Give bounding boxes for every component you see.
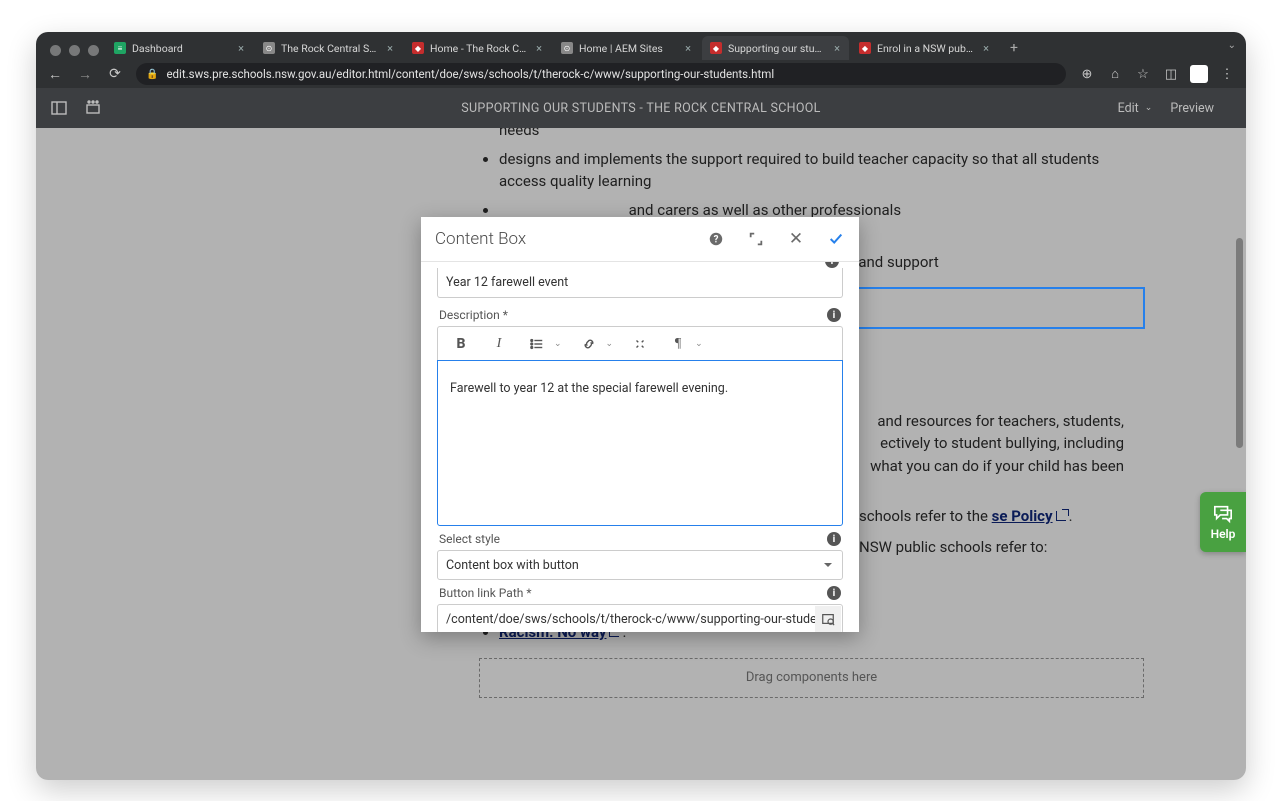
done-check-icon[interactable] — [819, 222, 853, 256]
tab-title: Home | AEM Sites — [579, 42, 676, 55]
dialog-title: Content Box — [435, 229, 693, 249]
list-item: coordinates planning processes and resou… — [499, 128, 1144, 142]
info-icon[interactable]: i — [827, 308, 841, 322]
tab-title: Dashboard — [132, 42, 229, 55]
side-panel-icon[interactable]: ◫ — [1162, 65, 1180, 83]
scrollbar-thumb[interactable] — [1236, 238, 1243, 448]
tab-favicon: ◆ — [412, 42, 424, 54]
select-value: Content box with button — [446, 558, 579, 573]
profile-avatar[interactable] — [1190, 65, 1208, 83]
page-title: SUPPORTING OUR STUDENTS - THE ROCK CENTR… — [461, 101, 820, 116]
info-icon[interactable]: i — [827, 532, 841, 546]
browser-chrome: ≡ Dashboard × ⊙ The Rock Central School | AE… — [36, 32, 1246, 88]
tab-close-icon[interactable]: × — [384, 42, 396, 54]
description-label: Description * i — [439, 308, 841, 322]
tab-close-icon[interactable]: × — [831, 42, 843, 54]
chevron-down-icon[interactable]: ⌄ — [606, 339, 614, 349]
nav-forward-icon[interactable]: → — [76, 65, 94, 83]
browser-tab[interactable]: ◆ Enrol in a NSW public primary × — [851, 36, 998, 60]
tab-title: Supporting our students - The — [728, 42, 825, 55]
bold-button[interactable]: B — [450, 333, 472, 355]
aem-editor-bar: SUPPORTING OUR STUDENTS - THE ROCK CENTR… — [36, 88, 1246, 128]
lock-icon: 🔒 — [146, 69, 158, 80]
path-browser-icon[interactable] — [815, 606, 841, 632]
link-button[interactable] — [578, 333, 600, 355]
heading-input[interactable] — [437, 268, 843, 298]
select-style-dropdown[interactable]: Content box with button — [437, 550, 843, 580]
select-style-label: Select style i — [439, 532, 841, 546]
list-item: designs and implements the support requi… — [499, 148, 1144, 193]
edit-mode-dropdown[interactable]: Edit ⌄ — [1118, 101, 1153, 116]
browser-tab[interactable]: ◆ Supporting our students - The × — [702, 36, 849, 60]
content-box-dialog: Content Box ? ✕ i Description * i B I ⌄ … — [421, 217, 859, 632]
toolbar-row: ← → ⟳ 🔒 edit.sws.pre.schools.nsw.gov.au/… — [36, 60, 1246, 88]
paragraph-format-button[interactable]: ¶ — [667, 333, 689, 355]
url-text: edit.sws.pre.schools.nsw.gov.au/editor.h… — [166, 67, 774, 81]
list-button[interactable] — [526, 333, 548, 355]
new-tab-button[interactable]: + — [1004, 38, 1024, 58]
bookmark-icon[interactable]: ☆ — [1134, 65, 1152, 83]
tab-favicon: ⊙ — [561, 42, 573, 54]
tab-favicon: ◆ — [710, 42, 722, 54]
address-bar[interactable]: 🔒 edit.sws.pre.schools.nsw.gov.au/editor… — [136, 63, 1066, 85]
button-link-path-input[interactable] — [437, 604, 843, 632]
close-icon[interactable]: ✕ — [779, 222, 813, 256]
fullscreen-icon[interactable] — [739, 222, 773, 256]
help-label: Help — [1211, 527, 1236, 541]
help-tab[interactable]: Help — [1200, 492, 1246, 552]
italic-button[interactable]: I — [488, 333, 510, 355]
browser-tab[interactable]: ◆ Home - The Rock Central Scho × — [404, 36, 551, 60]
nav-back-icon[interactable]: ← — [46, 65, 64, 83]
tab-favicon: ⊙ — [263, 42, 275, 54]
policy-link[interactable]: se Policy — [992, 507, 1069, 525]
tab-title: Home - The Rock Central Scho — [430, 42, 527, 55]
tab-favicon: ≡ — [114, 42, 126, 54]
info-icon[interactable]: i — [825, 261, 839, 268]
tab-favicon: ◆ — [859, 42, 871, 54]
rte-toolbar: B I ⌄ ⌄ ¶ ⌄ — [437, 326, 843, 360]
chevron-down-icon[interactable]: ⌄ — [695, 339, 703, 349]
component-dropzone[interactable]: Drag components here — [479, 658, 1144, 698]
tab-close-icon[interactable]: × — [980, 42, 992, 54]
toggle-panel-icon[interactable] — [50, 99, 68, 117]
dialog-header: Content Box ? ✕ — [421, 217, 859, 261]
browser-tab[interactable]: ≡ Dashboard × — [106, 36, 253, 60]
nav-reload-icon[interactable]: ⟳ — [106, 65, 124, 83]
info-icon[interactable]: i — [827, 586, 841, 600]
description-textarea[interactable]: Farewell to year 12 at the special farew… — [437, 360, 843, 526]
dialog-body: i Description * i B I ⌄ ⌄ ¶ ⌄ Farewell t… — [421, 261, 859, 632]
external-link-icon — [1056, 509, 1069, 521]
tab-close-icon[interactable]: × — [533, 42, 545, 54]
browser-tab[interactable]: ⊙ Home | AEM Sites × — [553, 36, 700, 60]
tab-strip: ≡ Dashboard × ⊙ The Rock Central School | AE… — [36, 36, 1246, 60]
edit-label: Edit — [1118, 101, 1139, 116]
help-icon[interactable]: ? — [699, 222, 733, 256]
button-link-path-label: Button link Path * i — [439, 586, 841, 600]
unlink-button[interactable] — [629, 333, 651, 355]
tabs-dropdown-icon[interactable]: ⌄ — [1228, 40, 1236, 51]
browser-tab[interactable]: ⊙ The Rock Central School | AEM × — [255, 36, 402, 60]
page-info-icon[interactable] — [84, 99, 102, 117]
tab-close-icon[interactable]: × — [682, 42, 694, 54]
svg-text:?: ? — [714, 235, 719, 246]
toolbar-right: ⊕ ⌂ ☆ ◫ ⋮ — [1078, 65, 1236, 83]
chevron-down-icon[interactable]: ⌄ — [554, 339, 562, 349]
tab-close-icon[interactable]: × — [235, 42, 247, 54]
device-frame: ≡ Dashboard × ⊙ The Rock Central School | AE… — [36, 32, 1246, 780]
kebab-menu-icon[interactable]: ⋮ — [1218, 65, 1236, 83]
zoom-icon[interactable]: ⊕ — [1078, 65, 1096, 83]
shield-icon[interactable]: ⌂ — [1106, 65, 1124, 83]
preview-button[interactable]: Preview — [1170, 101, 1214, 116]
tab-title: The Rock Central School | AEM — [281, 42, 378, 55]
chevron-down-icon: ⌄ — [1145, 103, 1153, 113]
chat-icon — [1212, 504, 1234, 524]
tab-title: Enrol in a NSW public primary — [877, 42, 974, 55]
